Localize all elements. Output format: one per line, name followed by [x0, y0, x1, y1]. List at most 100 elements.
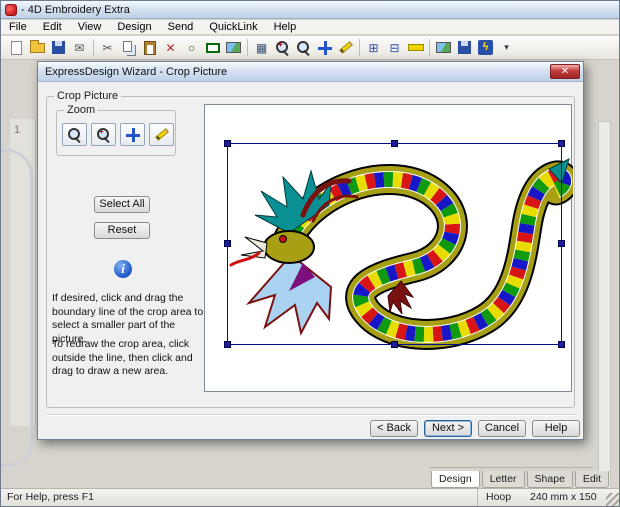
draw-button[interactable] [335, 38, 356, 58]
zoom-in-icon: + [275, 40, 290, 55]
menu-help[interactable]: Help [266, 20, 305, 35]
zoom-group-label: Zoom [64, 104, 99, 116]
insert-picture-button[interactable] [223, 38, 244, 58]
zoom-in-button[interactable]: + [272, 38, 293, 58]
new-document-button[interactable] [6, 38, 27, 58]
menu-view[interactable]: View [70, 20, 110, 35]
close-button[interactable]: ✕ [550, 64, 580, 79]
rectangle-icon [205, 42, 220, 53]
zoom-to-fit-button-dialog[interactable] [120, 123, 145, 146]
chevron-down-icon: ▾ [504, 42, 509, 52]
ellipse-tool-button[interactable]: ○ [181, 38, 202, 58]
back-button[interactable]: < Back [370, 420, 418, 437]
info-icon: i [114, 260, 132, 278]
menu-edit[interactable]: Edit [35, 20, 70, 35]
statusbar: For Help, press F1 Hoop 240 mm x 150 mm [1, 488, 619, 506]
resize-grip-icon[interactable] [606, 493, 619, 506]
toolbar-separator [93, 39, 94, 56]
picture-icon [226, 42, 241, 53]
measure-button[interactable] [405, 38, 426, 58]
select-all-button[interactable]: Select All [94, 196, 150, 213]
crop-area[interactable] [224, 140, 565, 348]
menubar: File Edit View Design Send QuickLink Hel… [1, 20, 619, 35]
zoom-draw-button-dialog[interactable] [149, 123, 174, 146]
crop-handle-top-center[interactable] [390, 140, 398, 147]
crop-handle-top-right[interactable] [558, 140, 565, 147]
dialog-titlebar[interactable]: ExpressDesign Wizard - Crop Picture ✕ [38, 62, 583, 82]
ruler-icon [407, 44, 424, 51]
design-window-button[interactable]: ⊞ [363, 38, 384, 58]
help-button[interactable]: Help [532, 420, 580, 437]
crop-handle-middle-left[interactable] [224, 240, 231, 247]
next-button[interactable]: Next > [424, 420, 472, 437]
scissors-icon: ✂ [102, 40, 113, 55]
picture-preview[interactable] [204, 104, 579, 392]
cut-button[interactable]: ✂ [97, 38, 118, 58]
zoom-out-icon [296, 40, 311, 55]
tab-shape[interactable]: Shape [526, 471, 573, 488]
zoom-to-fit-icon [317, 40, 332, 55]
zoom-out-button-dialog[interactable] [62, 123, 87, 146]
titlebar: - 4D Embroidery Extra [1, 1, 619, 19]
grid-button[interactable]: ▦ [251, 38, 272, 58]
app-icon [5, 3, 17, 16]
zoom-out-button[interactable] [293, 38, 314, 58]
control-panel-tabs: Design Letter Shape Edit [429, 467, 610, 489]
menu-send[interactable]: Send [160, 20, 202, 35]
crop-handle-top-left[interactable] [224, 140, 231, 147]
plus-badge: + [99, 127, 104, 136]
close-icon: ✕ [560, 66, 570, 77]
envelope-icon: ✉ [74, 40, 85, 55]
app-window: - 4D Embroidery Extra File Edit View Des… [0, 0, 620, 507]
menu-design[interactable]: Design [109, 20, 159, 35]
crop-handle-bottom-center[interactable] [390, 341, 398, 348]
save-button[interactable] [48, 38, 69, 58]
crop-handle-middle-right[interactable] [558, 240, 565, 247]
copy-button[interactable] [118, 38, 139, 58]
vertical-scrollbar[interactable] [598, 121, 611, 505]
rectangle-tool-button[interactable] [202, 38, 223, 58]
module-2-button[interactable] [454, 38, 475, 58]
module-1-icon [436, 42, 451, 53]
send-email-button[interactable]: ✉ [69, 38, 90, 58]
new-document-icon [11, 40, 22, 55]
module-2-icon [458, 41, 471, 54]
quicklink-button[interactable]: ϟ [475, 38, 496, 58]
menu-file[interactable]: File [1, 20, 35, 35]
crop-handle-bottom-right[interactable] [558, 341, 565, 348]
zoom-to-fit-button[interactable] [314, 38, 335, 58]
pencil-icon [154, 128, 169, 141]
open-button[interactable] [27, 38, 48, 58]
paste-icon [143, 40, 156, 55]
plus-badge: + [278, 40, 283, 49]
split-window-button[interactable]: ⊟ [384, 38, 405, 58]
menu-quicklink[interactable]: QuickLink [201, 20, 265, 35]
zoom-in-button-dialog[interactable]: + [91, 123, 116, 146]
delete-button[interactable]: ✕ [160, 38, 181, 58]
paste-button[interactable] [139, 38, 160, 58]
reset-button[interactable]: Reset [94, 222, 150, 239]
page-indicator: 1 [14, 124, 21, 136]
crop-picture-group-label: Crop Picture [54, 90, 122, 102]
toolbar: ✉ ✂ ✕ ○ ▦ + ⊞ ⊟ ϟ ▾ [1, 36, 619, 60]
toolbar-separator [429, 39, 430, 56]
dialog-separator [46, 414, 577, 416]
toolbar-overflow-button[interactable]: ▾ [496, 38, 517, 58]
toolbar-separator [247, 39, 248, 56]
zoom-to-fit-icon [125, 127, 140, 142]
cancel-button[interactable]: Cancel [478, 420, 526, 437]
window-title: - 4D Embroidery Extra [21, 3, 130, 16]
toolbar-separator [359, 39, 360, 56]
window-tile-icon: ⊟ [389, 40, 400, 55]
hoop-label: Hoop [486, 491, 512, 503]
hoop-outline [1, 149, 33, 467]
expressdesign-wizard-dialog: ExpressDesign Wizard - Crop Picture ✕ Cr… [37, 61, 584, 440]
tab-edit[interactable]: Edit [574, 471, 610, 488]
save-icon [52, 41, 65, 54]
crop-handle-bottom-left[interactable] [224, 341, 231, 348]
tab-letter[interactable]: Letter [481, 471, 525, 488]
tab-design[interactable]: Design [431, 471, 480, 488]
copy-icon [122, 40, 132, 52]
module-1-button[interactable] [433, 38, 454, 58]
delete-icon: ✕ [165, 40, 176, 55]
